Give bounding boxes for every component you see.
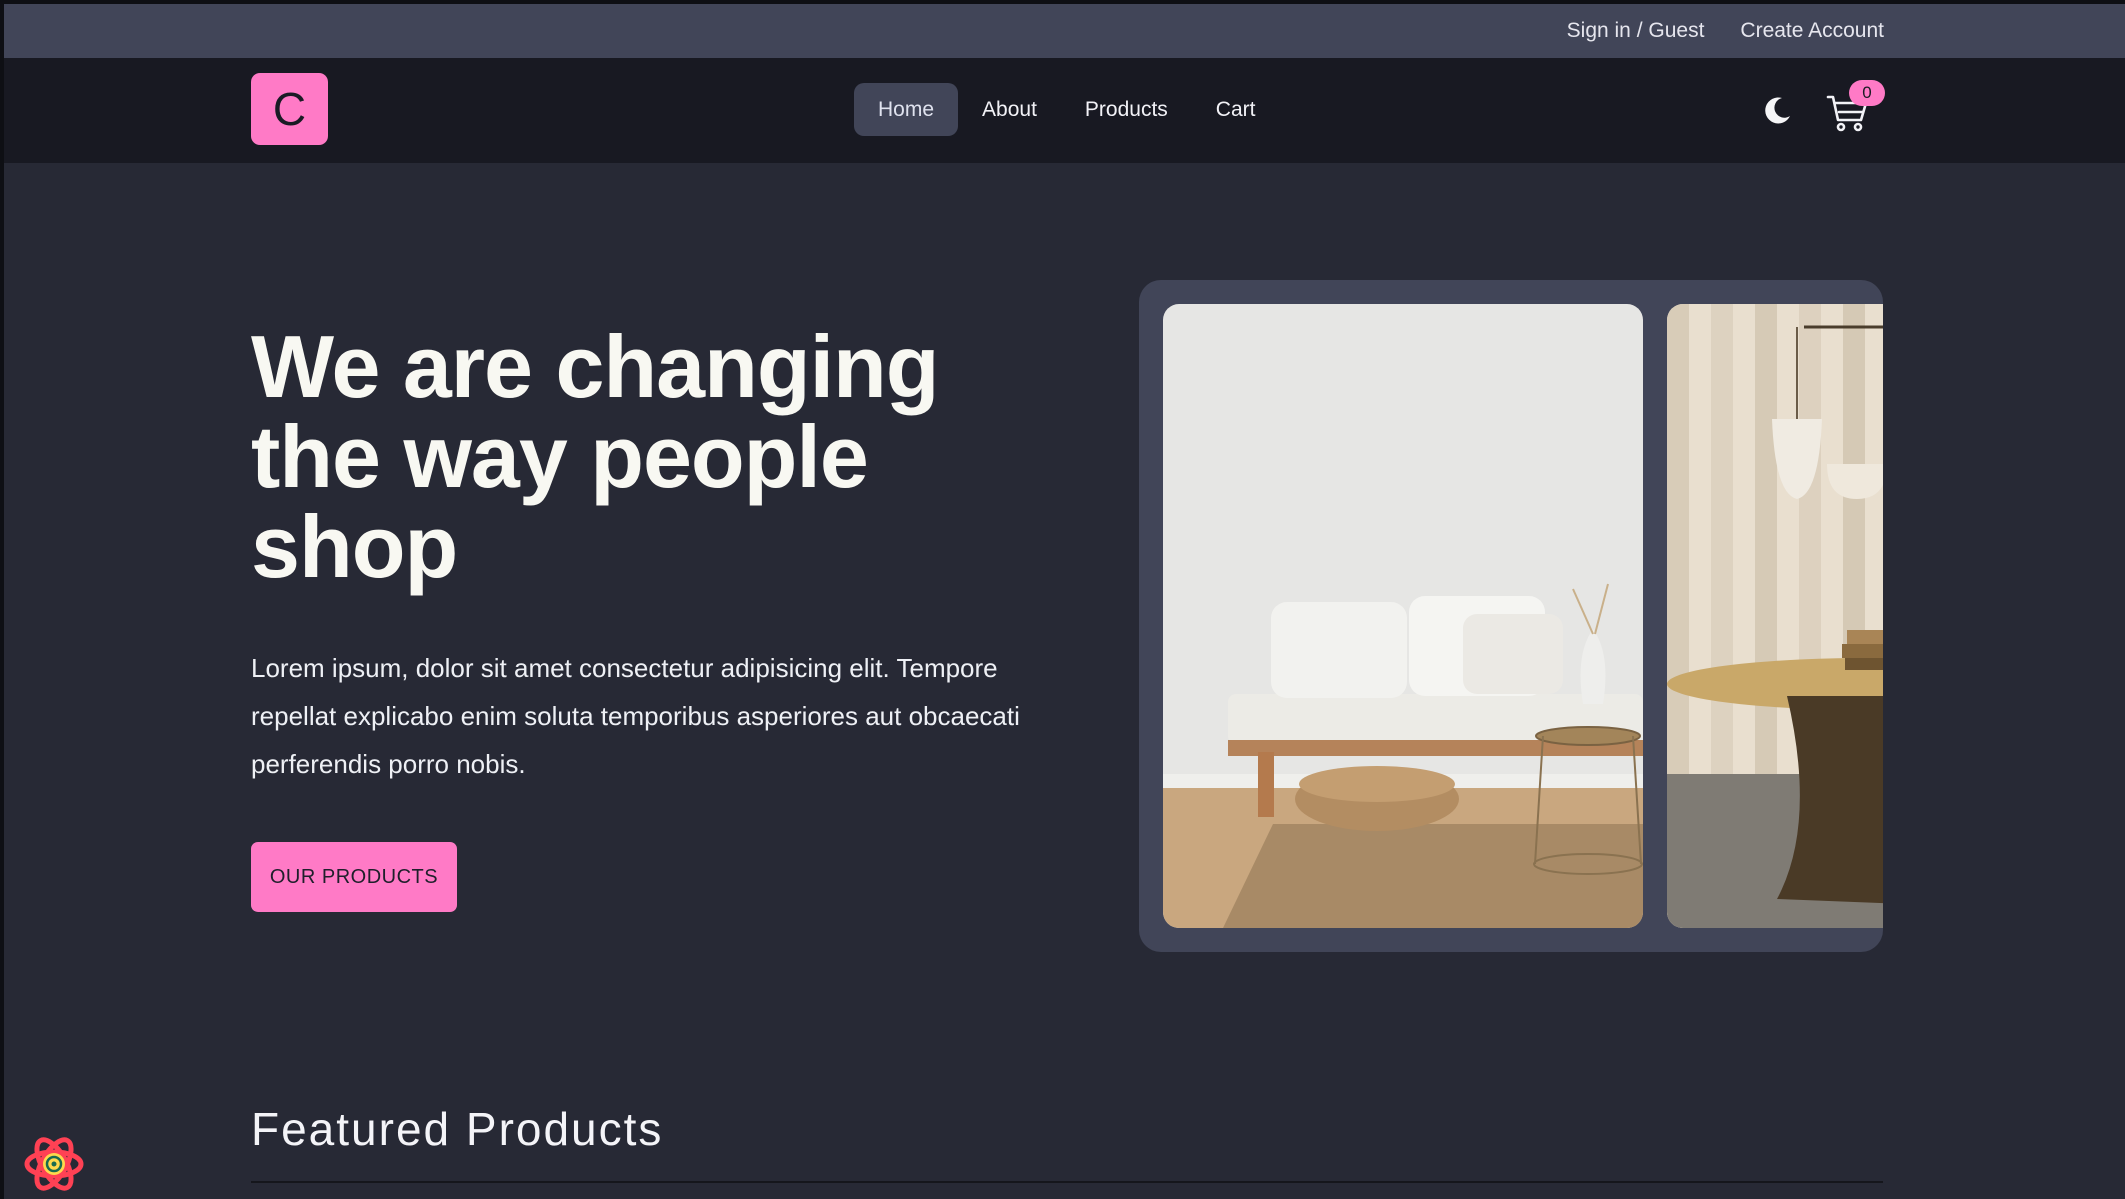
nav-home[interactable]: Home — [854, 83, 959, 136]
section-divider — [251, 1181, 1883, 1183]
hero-carousel[interactable] — [1139, 280, 1883, 952]
logo-letter: C — [272, 83, 307, 135]
dining-table-image — [1667, 304, 1883, 928]
main-navbar: C Home About Products Cart 0 — [4, 58, 2125, 163]
hero-title: We are changing the way people shop — [251, 317, 940, 596]
account-bar: Sign in / Guest Create Account — [4, 4, 2125, 58]
sofa-image — [1163, 304, 1643, 928]
our-products-button[interactable]: OUR PRODUCTS — [251, 842, 457, 912]
nav-menu: Home About Products Cart — [854, 83, 1279, 136]
browser-viewport: Sign in / Guest Create Account C Home Ab… — [4, 4, 2125, 1199]
nav-products[interactable]: Products — [1061, 83, 1192, 136]
react-query-devtools-icon[interactable] — [24, 1134, 84, 1194]
sign-in-link[interactable]: Sign in / Guest — [1567, 19, 1705, 43]
nav-cart[interactable]: Cart — [1192, 83, 1280, 136]
logo-button[interactable]: C — [251, 73, 328, 145]
nav-about[interactable]: About — [958, 83, 1061, 136]
create-account-link[interactable]: Create Account — [1740, 19, 1884, 43]
featured-products-title: Featured Products — [251, 1103, 664, 1155]
moon-icon[interactable] — [1762, 94, 1794, 126]
hero-description: Lorem ipsum, dolor sit amet consectetur … — [251, 653, 1020, 779]
cart-count-badge: 0 — [1849, 80, 1885, 106]
